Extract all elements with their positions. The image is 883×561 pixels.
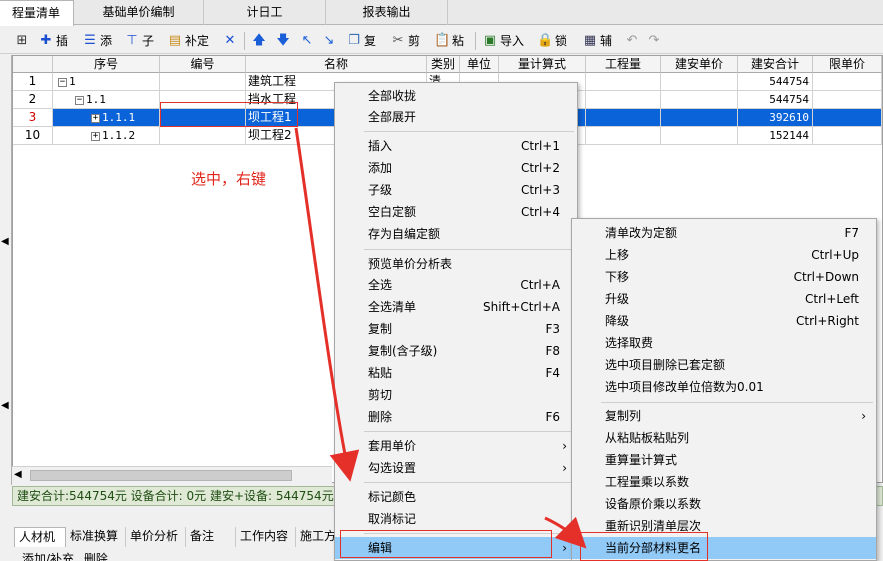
annotation-arrow-to-rename <box>544 516 587 549</box>
annotation-arrows <box>294 127 587 549</box>
annotation-arrow-to-edit <box>294 127 360 482</box>
